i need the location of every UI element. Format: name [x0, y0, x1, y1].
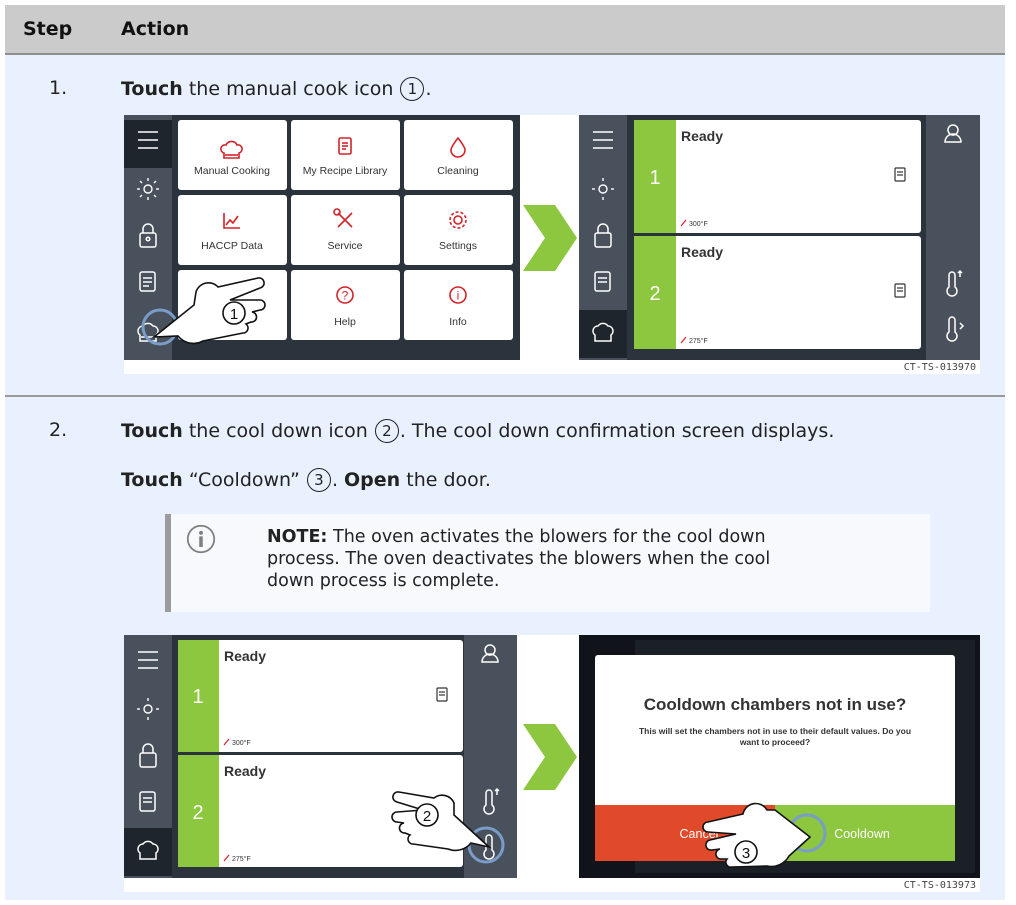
- tile-label: Info: [449, 316, 467, 328]
- info-icon: [186, 524, 216, 554]
- tile-label: Manual Cooking: [194, 165, 270, 177]
- svg-text:i: i: [457, 289, 460, 303]
- instruction-line: Touch the cool down icon 2. The cool dow…: [121, 419, 834, 443]
- instruction-text: the manual cook icon: [188, 78, 394, 100]
- dialog-title: Cooldown chambers not in use?: [644, 695, 907, 714]
- instruction-verb: Touch: [121, 420, 183, 442]
- chamber-state: Ready: [681, 244, 723, 260]
- chamber-number: 1: [649, 167, 660, 189]
- step-row-2: 2. Touch the cool down icon 2. The cool …: [5, 397, 1005, 900]
- chamber-state: Ready: [681, 128, 723, 144]
- instruction-text: the cool down icon: [188, 420, 368, 442]
- next-arrow-icon: [523, 724, 577, 790]
- chamber-number: 2: [192, 802, 203, 824]
- callout-marker: 1: [400, 77, 425, 101]
- cooldown-label: Cooldown: [834, 827, 890, 841]
- status-screenshot: 1 2 Ready Ready 300°F 275°F: [579, 115, 980, 360]
- step-number: 1.: [49, 77, 68, 99]
- instruction-text: . The cool down confirmation screen disp…: [399, 420, 835, 442]
- note-line: process. The oven deactivates the blower…: [267, 549, 771, 569]
- dialog-message: want to proceed?: [739, 737, 810, 747]
- figure-1: ? i Manual Cooking My Recipe Library Cle…: [124, 115, 980, 374]
- step-number: 2.: [49, 419, 68, 441]
- instruction-line: Touch “Cooldown” 3. Open the door.: [121, 468, 491, 492]
- figure-2: 1 2 Ready Ready 300°F 275°F 2 Cooldown c…: [124, 635, 980, 892]
- figure-caption: CT-TS-013973: [903, 880, 976, 891]
- instruction-verb: Touch: [121, 469, 183, 491]
- tile-label: Service: [327, 240, 362, 252]
- next-arrow-icon: [523, 205, 577, 271]
- tile-label: Settings: [439, 240, 477, 252]
- dialog-message: This will set the chambers not in use to…: [639, 726, 911, 736]
- note-label: NOTE:: [267, 527, 328, 547]
- dialog-screenshot: Cooldown chambers not in use? This will …: [579, 635, 980, 878]
- instruction-text: “Cooldown”: [188, 469, 300, 491]
- instruction-text: .: [331, 469, 338, 491]
- chamber-temp: 275°F: [232, 855, 251, 863]
- chamber-temp: 300°F: [232, 739, 251, 747]
- tile-label: HACCP Data: [201, 240, 263, 252]
- menu-screenshot: ? i Manual Cooking My Recipe Library Cle…: [124, 115, 520, 360]
- callout-marker: 3: [742, 845, 750, 862]
- instruction-verb: Touch: [121, 78, 183, 100]
- note-box: NOTE: The oven activates the blowers for…: [165, 514, 930, 612]
- chamber-temp: 275°F: [689, 337, 708, 345]
- instruction-text: the door.: [406, 469, 491, 491]
- instruction-verb: Open: [344, 469, 401, 491]
- instruction-line: Touch the manual cook icon 1.: [121, 77, 432, 101]
- callout-marker: 2: [423, 808, 431, 825]
- figure-caption: CT-TS-013970: [903, 362, 976, 373]
- tile-label: Help: [334, 316, 356, 328]
- status-screenshot: 1 2 Ready Ready 300°F 275°F 2: [124, 635, 517, 878]
- callout-marker: 3: [306, 468, 331, 492]
- note-line: The oven activates the blowers for the c…: [333, 527, 766, 547]
- step-column-header: Step: [23, 18, 73, 40]
- note-text: NOTE: The oven activates the blowers for…: [267, 526, 907, 592]
- chamber-number: 1: [192, 686, 203, 708]
- step-row-1: 1. Touch the manual cook icon 1. ? i Man…: [5, 55, 1005, 397]
- table-header: Step Action: [5, 5, 1005, 55]
- callout-marker: 2: [374, 419, 399, 443]
- instruction-text: .: [425, 78, 432, 100]
- tile-label: My Recipe Library: [303, 165, 388, 177]
- chamber-state: Ready: [224, 763, 266, 779]
- tile-label: Cleaning: [437, 165, 479, 177]
- callout-marker: 1: [230, 306, 238, 323]
- chamber-state: Ready: [224, 648, 266, 664]
- chamber-number: 2: [649, 283, 660, 305]
- chamber-temp: 300°F: [689, 220, 708, 228]
- svg-text:?: ?: [342, 289, 349, 303]
- action-column-header: Action: [121, 18, 190, 40]
- note-line: down process is complete.: [267, 571, 500, 591]
